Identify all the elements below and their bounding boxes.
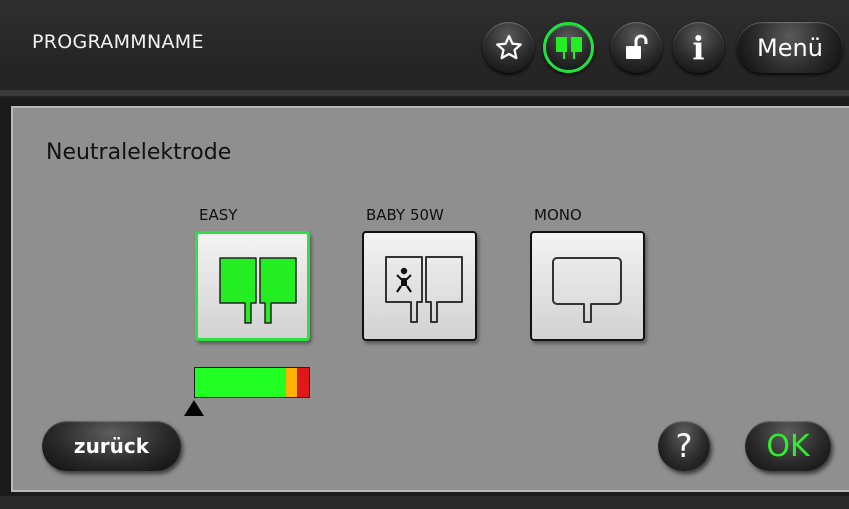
mono-electrode-icon (552, 257, 622, 323)
info-button[interactable]: i (673, 22, 724, 73)
contact-quality-bar (194, 367, 310, 398)
quality-segment-green (195, 368, 286, 397)
page-title: Neutralelektrode (46, 140, 232, 165)
option-label-easy: EASY (199, 206, 238, 224)
quality-pointer (184, 400, 204, 416)
help-button[interactable]: ? (658, 421, 710, 471)
program-name: PROGRAMMNAME (32, 31, 204, 53)
baby-electrode-icon (385, 256, 463, 323)
electrode-option-baby[interactable] (362, 231, 477, 341)
electrode-icon (555, 36, 582, 59)
menu-button[interactable]: Menü (737, 22, 843, 73)
header-divider (0, 90, 849, 96)
lock-button[interactable] (611, 22, 662, 73)
quality-segment-red (297, 368, 309, 397)
bottom-bar (0, 496, 849, 509)
electrode-option-mono[interactable] (530, 231, 645, 341)
quality-segment-yellow (286, 368, 297, 397)
electrode-button[interactable] (543, 22, 594, 73)
back-button[interactable]: zurück (42, 421, 181, 471)
star-icon (495, 34, 522, 59)
favorites-button[interactable] (483, 22, 534, 73)
info-icon: i (692, 28, 705, 67)
option-label-mono: MONO (534, 206, 582, 224)
option-label-baby: BABY 50W (366, 206, 444, 224)
unlock-icon (625, 34, 647, 59)
ok-button[interactable]: OK (745, 421, 831, 471)
top-bar: PROGRAMMNAME i Menü (0, 0, 849, 98)
split-electrode-icon (219, 257, 297, 324)
electrode-option-easy[interactable] (195, 231, 310, 341)
neutral-electrode-panel: Neutralelektrode EASY BABY 50W MONO zurü… (11, 106, 849, 492)
